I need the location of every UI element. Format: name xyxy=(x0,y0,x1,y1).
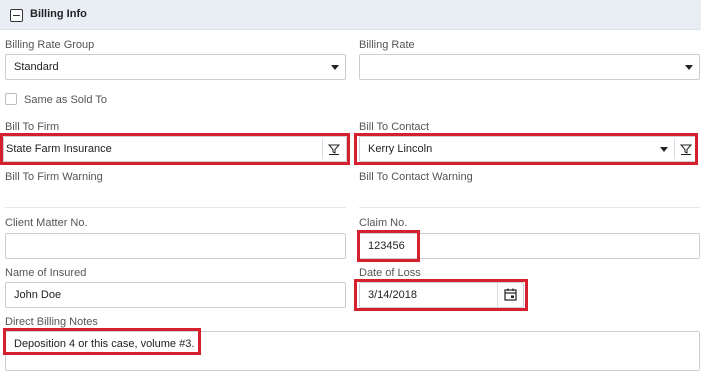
same-as-sold-to-label: Same as Sold To xyxy=(24,94,107,106)
filter-icon xyxy=(328,144,340,155)
same-as-sold-to-checkbox[interactable] xyxy=(5,93,17,105)
client-matter-no-input[interactable] xyxy=(5,233,346,259)
billing-rate-group-label: Billing Rate Group xyxy=(5,39,95,51)
claim-no-label: Claim No. xyxy=(359,217,408,229)
bill-to-firm-label: Bill To Firm xyxy=(5,121,60,133)
name-of-insured-label: Name of Insured xyxy=(5,267,87,279)
name-of-insured-value: John Doe xyxy=(14,289,62,301)
date-of-loss-label: Date of Loss xyxy=(359,267,421,279)
filter-button[interactable] xyxy=(674,139,696,159)
billing-rate-group-select[interactable]: Standard xyxy=(5,54,346,80)
claim-no-input[interactable]: 123456 xyxy=(359,233,700,259)
divider xyxy=(5,207,346,208)
client-matter-no-label: Client Matter No. xyxy=(5,217,88,229)
date-of-loss-value: 3/14/2018 xyxy=(368,289,417,301)
chevron-down-icon xyxy=(331,65,339,70)
calendar-icon xyxy=(504,288,517,301)
direct-billing-notes-textarea[interactable]: Deposition 4 or this case, volume #3. xyxy=(5,331,700,371)
bill-to-firm-select[interactable]: State Farm Insurance xyxy=(3,136,347,162)
calendar-button[interactable] xyxy=(497,283,523,307)
billing-rate-label: Billing Rate xyxy=(359,39,415,51)
filter-button[interactable] xyxy=(322,139,344,159)
bill-to-contact-value: Kerry Lincoln xyxy=(368,143,433,155)
bill-to-contact-warning-label: Bill To Contact Warning xyxy=(359,171,473,183)
billing-rate-select[interactable] xyxy=(359,54,700,80)
bill-to-firm-warning-label: Bill To Firm Warning xyxy=(5,171,103,183)
chevron-down-icon xyxy=(660,147,668,152)
section-header[interactable]: Billing Info xyxy=(0,0,701,30)
bill-to-contact-label: Bill To Contact xyxy=(359,121,430,133)
direct-billing-notes-label: Direct Billing Notes xyxy=(5,316,98,328)
date-of-loss-input[interactable]: 3/14/2018 xyxy=(359,282,524,308)
filter-icon xyxy=(680,144,692,155)
chevron-down-icon xyxy=(685,65,693,70)
name-of-insured-input[interactable]: John Doe xyxy=(5,282,346,308)
collapse-icon[interactable] xyxy=(10,9,23,22)
bill-to-firm-value: State Farm Insurance xyxy=(6,143,112,155)
divider xyxy=(359,207,700,208)
billing-rate-group-value: Standard xyxy=(14,61,59,73)
section-title: Billing Info xyxy=(30,8,87,20)
claim-no-value: 123456 xyxy=(368,240,405,252)
bill-to-contact-select[interactable]: Kerry Lincoln xyxy=(359,136,697,162)
